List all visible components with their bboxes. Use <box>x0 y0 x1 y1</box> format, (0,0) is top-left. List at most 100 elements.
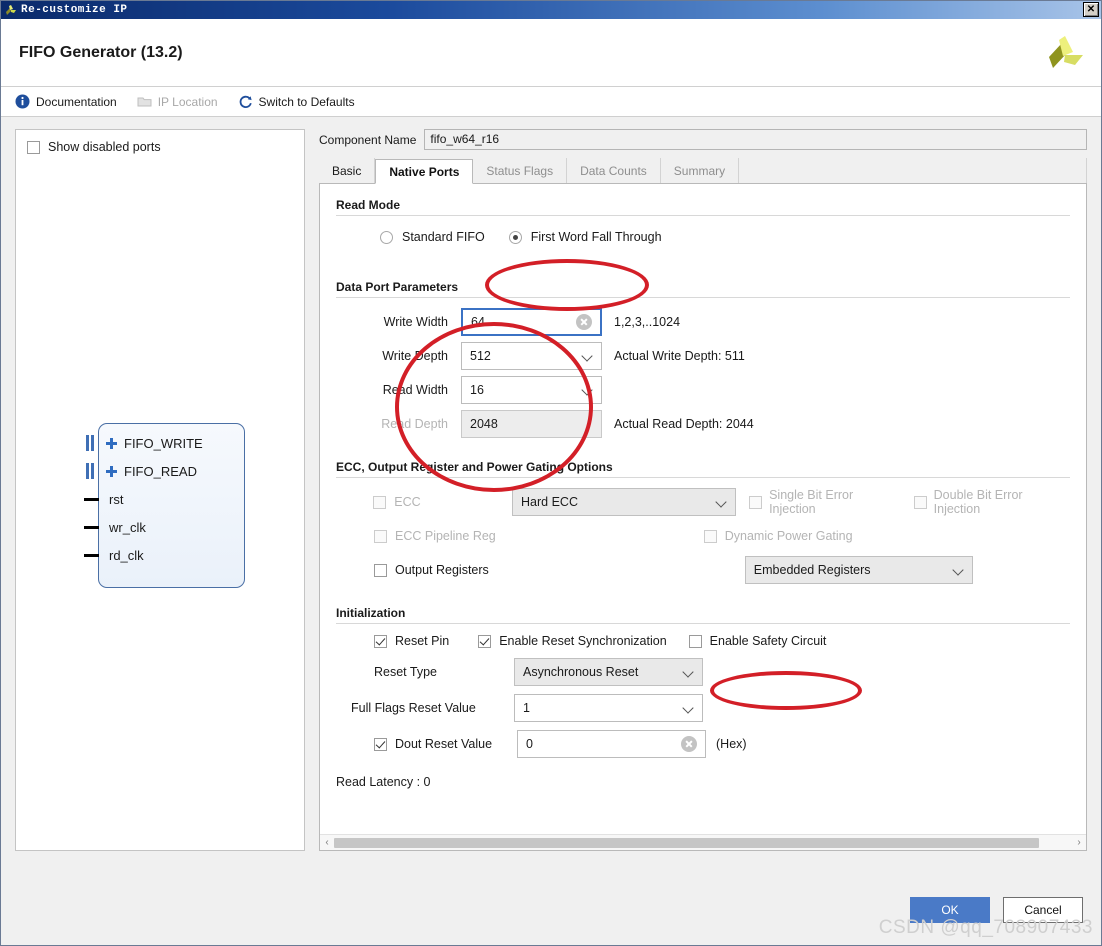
folder-icon <box>137 94 152 109</box>
port-label: rd_clk <box>109 547 144 563</box>
write-depth-row: Write Depth 512 Actual Write Depth: 511 <box>336 342 1070 370</box>
scroll-left-icon[interactable]: ‹ <box>320 835 334 851</box>
expand-plus-icon[interactable] <box>106 437 117 449</box>
read-depth-value: 2048 <box>470 417 498 431</box>
tab-summary[interactable]: Summary <box>660 158 740 183</box>
divider <box>336 623 1070 624</box>
dialog-header: FIFO Generator (13.2) <box>1 19 1101 87</box>
port-rst: rst <box>78 485 245 513</box>
read-width-select[interactable]: 16 <box>461 376 602 404</box>
fifo-symbol-diagram: FIFO_WRITE FIFO_READ rst wr_clk rd_clk <box>78 423 245 588</box>
dout-reset-value: 0 <box>526 737 533 751</box>
clear-icon[interactable] <box>576 314 592 330</box>
output-registers-label: Output Registers <box>395 563 489 577</box>
watermark-text: CSDN @qq_708907433 <box>878 917 1093 938</box>
switch-to-defaults-button[interactable]: Switch to Defaults <box>238 94 355 109</box>
reset-pin-label: Reset Pin <box>395 634 450 648</box>
enable-safety-circuit-checkbox[interactable] <box>688 634 702 648</box>
horizontal-scrollbar[interactable]: ‹ › <box>320 834 1086 850</box>
close-icon[interactable]: ✕ <box>1083 2 1099 17</box>
dout-reset-value-input[interactable]: 0 <box>517 730 706 758</box>
dout-reset-value-row: Dout Reset Value 0 (Hex) <box>336 730 1070 758</box>
port-fifo-write[interactable]: FIFO_WRITE <box>78 429 245 457</box>
reset-type-label: Reset Type <box>374 665 438 679</box>
full-flags-reset-value-label: Full Flags Reset Value <box>351 701 476 715</box>
ecc-pipeline-row: ECC Pipeline Reg Dynamic Power Gating <box>336 529 1070 543</box>
switch-to-defaults-label: Switch to Defaults <box>258 94 355 109</box>
tab-data-counts[interactable]: Data Counts <box>567 158 661 183</box>
dialog-body: Show disabled ports FIFO_WRITE FIFO_READ… <box>1 117 1101 883</box>
write-depth-label: Write Depth <box>382 349 448 363</box>
full-flags-reset-value-select[interactable]: 1 <box>514 694 703 722</box>
bus-marker-icon <box>86 463 95 479</box>
radio-first-word-fall-through-label: First Word Fall Through <box>530 230 662 244</box>
full-flags-reset-value: 1 <box>523 701 530 715</box>
data-port-parameters-heading: Data Port Parameters <box>336 280 459 294</box>
dynamic-power-gating-label: Dynamic Power Gating <box>724 529 853 543</box>
reset-type-row: Reset Type Asynchronous Reset <box>336 658 1070 686</box>
write-width-row: Write Width 64 1,2,3,..1024 <box>336 308 1070 336</box>
native-ports-tab-panel: Read Mode Standard FIFO First Word Fall … <box>319 184 1087 851</box>
read-depth-label: Read Depth <box>381 417 448 431</box>
component-name-row: Component Name fifo_w64_r16 <box>319 129 1087 150</box>
ecc-checkbox <box>373 495 387 509</box>
output-registers-row: Output Registers Embedded Registers <box>336 556 1070 584</box>
ecc-options-heading: ECC, Output Register and Power Gating Op… <box>336 460 613 474</box>
initialization-heading: Initialization <box>336 606 406 620</box>
scroll-right-icon[interactable]: › <box>1072 835 1086 851</box>
port-label: FIFO_WRITE <box>124 435 203 451</box>
single-bit-error-injection-checkbox <box>749 495 763 509</box>
port-fifo-read[interactable]: FIFO_READ <box>78 457 245 485</box>
scrollbar-track[interactable] <box>334 837 1072 849</box>
port-label: FIFO_READ <box>124 463 197 479</box>
window-title: Re-customize IP <box>21 4 128 16</box>
ecc-pipeline-reg-label: ECC Pipeline Reg <box>395 529 496 543</box>
ecc-label: ECC <box>394 495 421 509</box>
read-latency-label: Read Latency : 0 <box>336 775 431 789</box>
xilinx-app-icon <box>4 3 18 17</box>
window-titlebar: Re-customize IP ✕ <box>1 1 1101 19</box>
reset-type-select[interactable]: Asynchronous Reset <box>514 658 703 686</box>
expand-plus-icon[interactable] <box>106 465 117 477</box>
show-disabled-ports-checkbox[interactable] <box>27 140 40 154</box>
scrollbar-thumb[interactable] <box>334 837 1039 848</box>
read-mode-heading: Read Mode <box>336 198 401 212</box>
xilinx-pinwheel-logo-icon <box>1041 30 1087 76</box>
tab-basic[interactable]: Basic <box>319 158 376 183</box>
refresh-icon <box>238 94 253 109</box>
read-width-value: 16 <box>470 383 484 397</box>
tab-native-ports[interactable]: Native Ports <box>375 159 474 184</box>
documentation-label: Documentation <box>36 94 117 109</box>
read-width-label: Read Width <box>382 383 448 397</box>
ip-location-button[interactable]: IP Location <box>137 94 218 109</box>
enable-reset-synchronization-checkbox[interactable] <box>478 634 492 648</box>
dynamic-power-gating-checkbox <box>703 529 717 543</box>
radio-standard-fifo[interactable] <box>380 230 393 244</box>
dout-reset-value-label: Dout Reset Value <box>395 737 493 751</box>
read-depth-hint: Actual Read Depth: 2044 <box>614 417 754 431</box>
component-name-input[interactable]: fifo_w64_r16 <box>424 129 1087 150</box>
double-bit-error-injection-checkbox <box>913 495 927 509</box>
chevron-down-icon <box>583 352 592 361</box>
divider <box>336 477 1070 478</box>
port-rd-clk: rd_clk <box>78 541 245 569</box>
clear-icon[interactable] <box>681 736 697 752</box>
output-registers-checkbox[interactable] <box>374 563 387 577</box>
radio-first-word-fall-through[interactable] <box>508 230 522 244</box>
dout-reset-value-checkbox[interactable] <box>374 737 387 751</box>
write-depth-select[interactable]: 512 <box>461 342 602 370</box>
bus-marker-icon <box>86 435 95 451</box>
write-depth-value: 512 <box>470 349 491 363</box>
chevron-down-icon <box>583 386 592 395</box>
write-width-input[interactable]: 64 <box>461 308 602 336</box>
ecc-type-value: Hard ECC <box>521 495 578 509</box>
double-bit-error-injection-label: Double Bit Error Injection <box>933 488 1023 516</box>
page-title: FIFO Generator (13.2) <box>19 43 183 61</box>
dialog-footer: OK Cancel CSDN @qq_708907433 <box>1 883 1101 945</box>
dialog-toolbar: Documentation IP Location Switch to Defa… <box>1 87 1101 117</box>
tab-status-flags[interactable]: Status Flags <box>473 158 568 183</box>
documentation-button[interactable]: Documentation <box>15 94 117 109</box>
reset-pin-checkbox[interactable] <box>374 634 387 648</box>
read-mode-options: Standard FIFO First Word Fall Through <box>380 230 1070 244</box>
enable-safety-circuit-label: Enable Safety Circuit <box>709 634 827 648</box>
